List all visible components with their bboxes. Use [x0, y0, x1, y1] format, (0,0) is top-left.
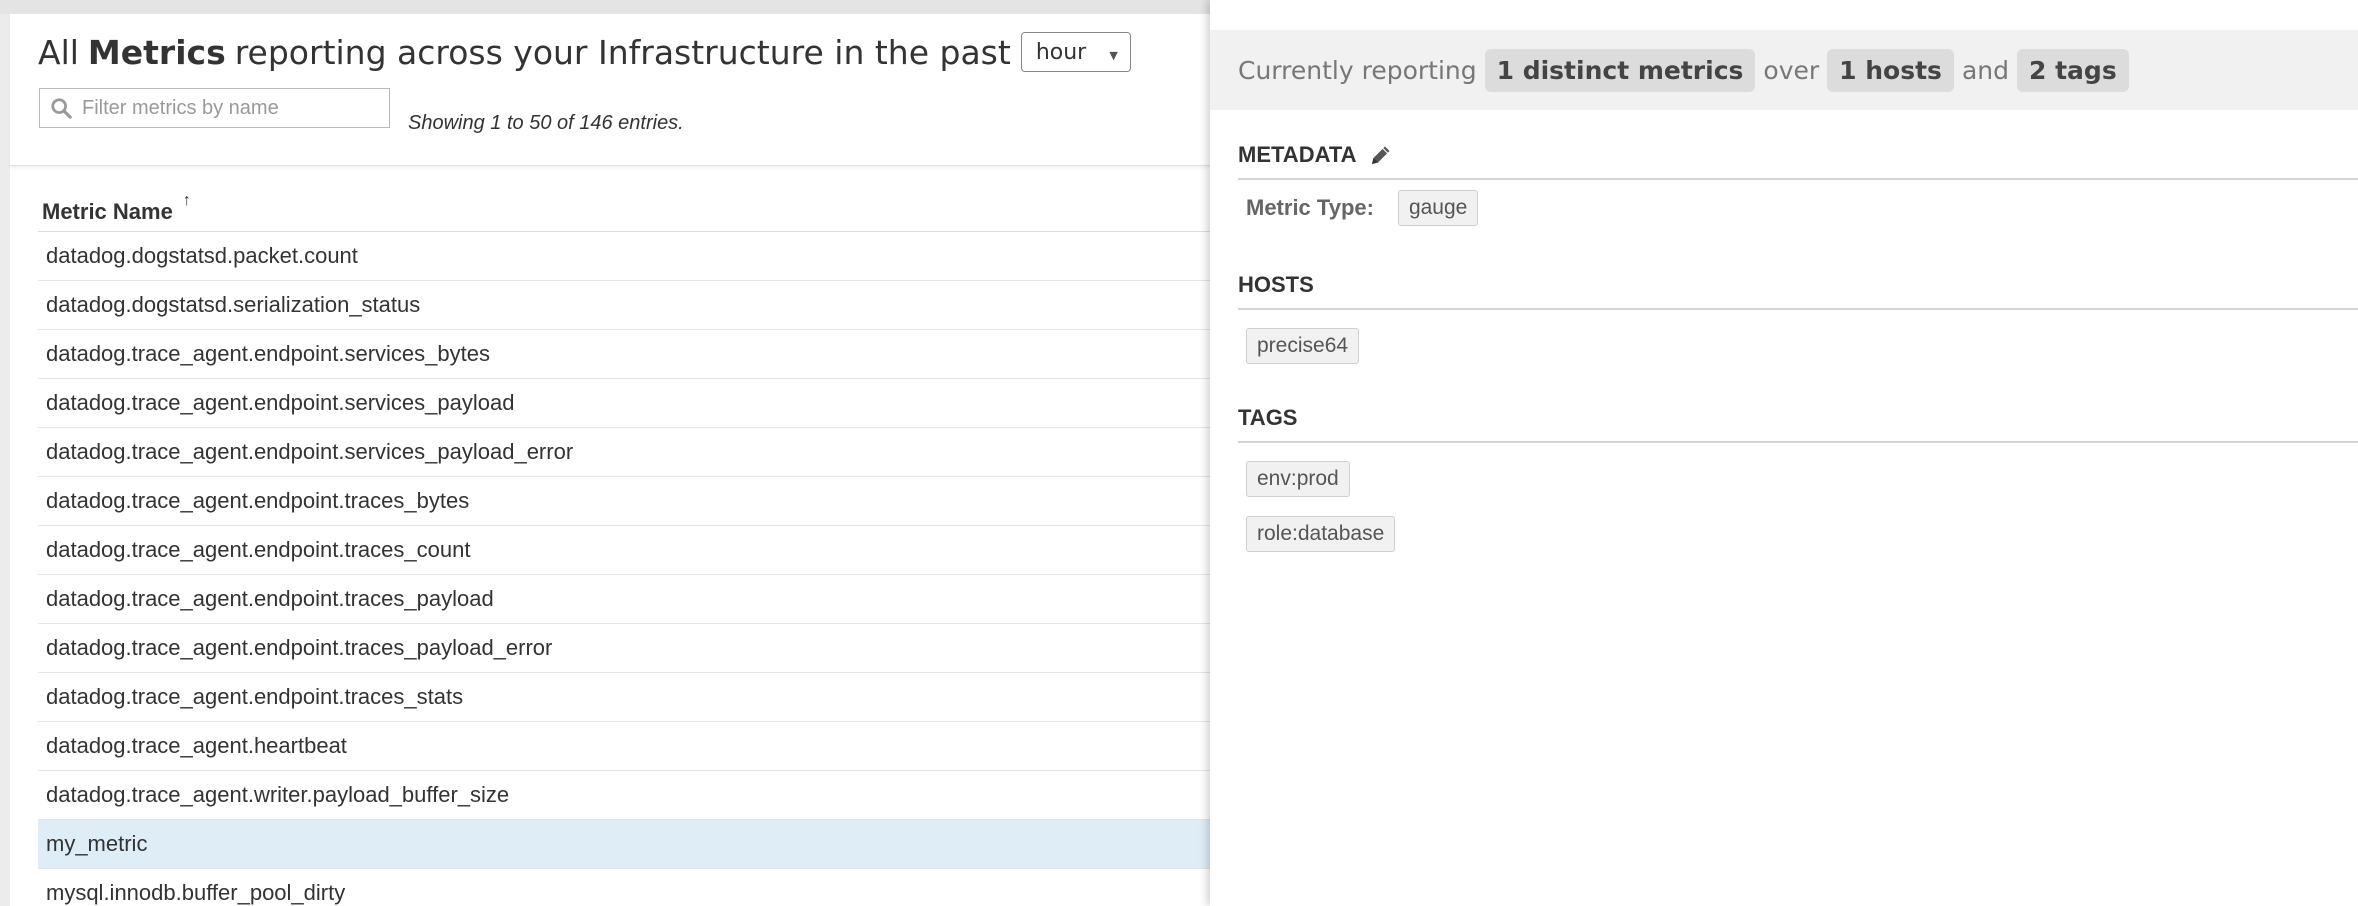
metadata-heading-label: METADATA	[1238, 142, 1357, 167]
table-row[interactable]: datadog.trace_agent.endpoint.traces_payl…	[38, 575, 1210, 624]
metric-name-cell: datadog.trace_agent.endpoint.services_pa…	[46, 390, 515, 415]
metric-name-cell: mysql.innodb.buffer_pool_dirty	[46, 880, 346, 905]
hosts-count-badge: 1 hosts	[1827, 48, 1954, 92]
table-row[interactable]: datadog.trace_agent.endpoint.services_pa…	[38, 379, 1210, 428]
tag-role[interactable]: role:database	[1246, 516, 1396, 552]
metric-name-cell: datadog.trace_agent.endpoint.services_pa…	[46, 439, 574, 464]
metadata-heading: METADATA	[1238, 142, 2358, 180]
period-select-value: hour	[1035, 39, 1087, 65]
pencil-icon[interactable]	[1369, 143, 1393, 167]
metrics-page: All Metrics reporting across your Infras…	[10, 14, 1210, 906]
reporting-summary: Currently reporting 1 distinct metrics o…	[1210, 30, 2358, 110]
table-row[interactable]: datadog.trace_agent.endpoint.services_by…	[38, 330, 1210, 379]
table-row[interactable]: my_metric	[38, 820, 1210, 869]
entries-info: Showing 1 to 50 of 146 entries.	[408, 112, 684, 134]
title-prefix: All	[38, 32, 79, 72]
table-row[interactable]: datadog.trace_agent.heartbeat	[38, 722, 1210, 771]
metric-name-cell: datadog.trace_agent.endpoint.traces_payl…	[46, 586, 494, 611]
column-header-label: Metric Name	[42, 199, 173, 224]
sort-ascending-icon: ↑	[182, 192, 191, 209]
search-icon	[51, 98, 72, 119]
metric-name-cell: datadog.trace_agent.endpoint.services_by…	[46, 341, 490, 366]
tags-heading-label: TAGS	[1238, 405, 1298, 430]
page-header: All Metrics reporting across your Infras…	[10, 14, 1210, 166]
metric-name-cell: datadog.dogstatsd.packet.count	[46, 243, 358, 268]
metric-detail-panel: Currently reporting 1 distinct metrics o…	[1210, 0, 2358, 906]
distinct-metrics-badge: 1 distinct metrics	[1484, 48, 1756, 92]
table-row[interactable]: datadog.trace_agent.endpoint.traces_payl…	[38, 624, 1210, 673]
table-row[interactable]: datadog.dogstatsd.packet.count	[38, 232, 1210, 281]
summary-and: and	[1961, 55, 2009, 85]
metric-name-cell: datadog.dogstatsd.serialization_status	[46, 292, 421, 317]
title-suffix: reporting across your Infrastructure in …	[234, 32, 1011, 72]
summary-over: over	[1763, 55, 1820, 85]
metric-name-cell: datadog.trace_agent.endpoint.traces_coun…	[46, 537, 471, 562]
table-row[interactable]: datadog.dogstatsd.serialization_status	[38, 281, 1210, 330]
table-row[interactable]: datadog.trace_agent.writer.payload_buffe…	[38, 771, 1210, 820]
metric-name-cell: datadog.trace_agent.heartbeat	[46, 733, 347, 758]
table-body: datadog.dogstatsd.packet.count datadog.do…	[38, 232, 1210, 906]
metric-name-cell: datadog.trace_agent.writer.payload_buffe…	[46, 782, 510, 807]
caret-down-icon: ▼	[1109, 48, 1118, 62]
hosts-heading-label: HOSTS	[1238, 272, 1314, 297]
period-select[interactable]: hour ▼	[1020, 32, 1131, 72]
metric-type-label: Metric Type:	[1246, 195, 1374, 220]
metrics-table: Metric Name ↑ datadog.dogstatsd.packet.c…	[38, 192, 1210, 906]
tags-heading: TAGS	[1238, 405, 2358, 443]
hosts-heading: HOSTS	[1238, 272, 2358, 310]
metric-name-cell: datadog.trace_agent.endpoint.traces_stat…	[46, 684, 464, 709]
column-header-metric-name[interactable]: Metric Name ↑	[38, 192, 1210, 232]
metric-name-cell: my_metric	[46, 831, 148, 856]
filter-metrics-field[interactable]	[39, 88, 390, 128]
metric-name-cell: datadog.trace_agent.endpoint.traces_payl…	[46, 635, 553, 660]
table-row[interactable]: datadog.trace_agent.endpoint.traces_stat…	[38, 673, 1210, 722]
host-tag[interactable]: precise64	[1246, 328, 1360, 364]
filter-metrics-input[interactable]	[82, 96, 382, 120]
table-row[interactable]: mysql.innodb.buffer_pool_dirty	[38, 869, 1210, 906]
table-row[interactable]: datadog.trace_agent.endpoint.services_pa…	[38, 428, 1210, 477]
title-bold: Metrics	[87, 32, 226, 72]
metric-type-value: gauge	[1397, 190, 1479, 226]
summary-lead: Currently reporting	[1238, 55, 1477, 85]
metric-name-cell: datadog.trace_agent.endpoint.traces_byte…	[46, 488, 470, 513]
metric-type-row: Metric Type: gauge	[1246, 190, 1479, 226]
table-row[interactable]: datadog.trace_agent.endpoint.traces_coun…	[38, 526, 1210, 575]
page-title: All Metrics reporting across your Infras…	[38, 32, 1131, 72]
tags-count-badge: 2 tags	[2017, 48, 2129, 92]
table-row[interactable]: datadog.trace_agent.endpoint.traces_byte…	[38, 477, 1210, 526]
top-strip	[0, 0, 1210, 14]
tag-env[interactable]: env:prod	[1246, 461, 1350, 497]
